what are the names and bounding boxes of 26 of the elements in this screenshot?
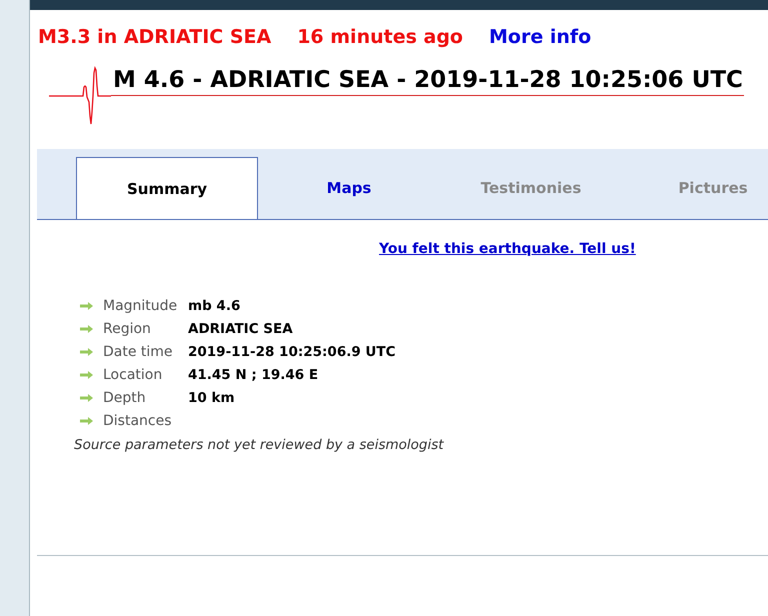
arrow-icon <box>80 394 93 402</box>
detail-value: 2019-11-28 10:25:06.9 UTC <box>188 342 396 360</box>
arrow-icon <box>80 416 93 424</box>
felt-link[interactable]: You felt this earthquake. Tell us! <box>379 240 636 258</box>
more-info-link[interactable]: More info <box>489 25 592 49</box>
detail-label: Location <box>103 366 164 384</box>
detail-label: Magnitude <box>103 296 178 314</box>
arrow-icon <box>80 370 93 378</box>
detail-value: 41.45 N ; 19.46 E <box>188 366 318 384</box>
detail-label: Depth <box>103 388 147 406</box>
detail-value: mb 4.6 <box>188 296 240 314</box>
arrow-icon <box>80 324 93 332</box>
seismogram-icon <box>49 66 111 126</box>
detail-value: ADRIATIC SEA <box>188 320 293 338</box>
arrow-icon <box>80 348 93 356</box>
detail-value: 10 km <box>188 388 235 406</box>
tab[interactable]: Summary <box>76 157 258 219</box>
detail-label: Date time <box>103 342 174 360</box>
detail-label: Distances <box>103 412 173 430</box>
tab[interactable]: Maps <box>258 157 440 219</box>
review-note: Source parameters not yet reviewed by a seismologist <box>74 436 445 455</box>
event-title: M 4.6 - ADRIATIC SEA - 2019-11-28 10:25:06 UTC <box>111 66 744 96</box>
arrow-icon <box>80 302 93 310</box>
alert-headline: M3.3 in ADRIATIC SEA <box>38 25 272 49</box>
alert-time: 16 minutes ago <box>297 25 463 49</box>
detail-label: Region <box>103 320 152 338</box>
